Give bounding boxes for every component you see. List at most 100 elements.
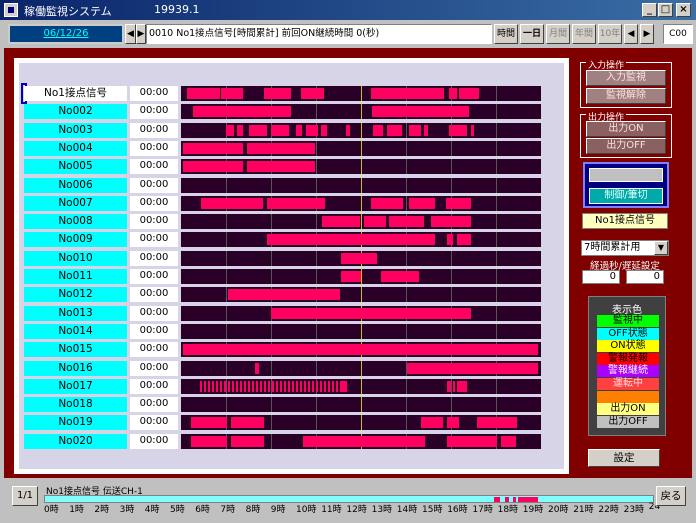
- maximize-button[interactable]: □: [658, 3, 673, 17]
- signal-track[interactable]: [181, 378, 541, 394]
- page-button[interactable]: 1/1: [12, 486, 38, 506]
- signal-label[interactable]: No019: [24, 415, 127, 431]
- signal-label[interactable]: No013: [24, 305, 127, 321]
- grid-line: [316, 177, 317, 193]
- grid-line: [496, 195, 497, 211]
- grid-line: [496, 86, 497, 101]
- signal-label[interactable]: No020: [24, 433, 127, 449]
- input-monitor-button[interactable]: 入力監視: [586, 70, 666, 86]
- grid-line: [496, 104, 497, 120]
- midline: [361, 415, 362, 431]
- signal-label[interactable]: No016: [24, 360, 127, 376]
- signal-label[interactable]: No015: [24, 342, 127, 358]
- signal-label[interactable]: No009: [24, 232, 127, 248]
- minimize-button[interactable]: _: [642, 3, 657, 17]
- app-icon[interactable]: [4, 3, 18, 17]
- date-display[interactable]: 06/12/26: [8, 24, 124, 44]
- hour-tick: 2時: [94, 505, 110, 515]
- signal-track[interactable]: [181, 433, 541, 449]
- signal-track[interactable]: [181, 104, 541, 120]
- period-hour[interactable]: 時間: [494, 24, 518, 44]
- hour-tick: 20時: [548, 505, 569, 515]
- signal-track[interactable]: [181, 159, 541, 175]
- control-switch-button[interactable]: 制御/筆切: [589, 188, 663, 204]
- on-segment: [447, 380, 451, 392]
- signal-track[interactable]: [181, 86, 541, 101]
- signal-label[interactable]: No011: [24, 269, 127, 284]
- grid-line: [226, 397, 227, 413]
- signal-label[interactable]: No1接点信号: [24, 86, 127, 101]
- signal-track[interactable]: [181, 232, 541, 248]
- on-segment: [248, 380, 250, 392]
- prev-button[interactable]: ◀: [125, 24, 136, 44]
- signal-time: 00:00: [130, 195, 178, 211]
- midline: [361, 177, 362, 193]
- signal-label[interactable]: No004: [24, 140, 127, 156]
- on-segment: [216, 380, 218, 392]
- grid-line: [406, 397, 407, 413]
- grid-line: [496, 250, 497, 266]
- signal-track[interactable]: [181, 250, 541, 266]
- period-month[interactable]: 月間: [546, 24, 570, 44]
- on-segment: [264, 88, 291, 99]
- on-segment: [364, 216, 386, 228]
- signal-track[interactable]: [181, 360, 541, 376]
- signal-track[interactable]: [181, 397, 541, 413]
- signal-track[interactable]: [181, 214, 541, 230]
- on-segment: [304, 380, 306, 392]
- chevron-down-icon[interactable]: ▼: [654, 241, 668, 255]
- signal-label[interactable]: No005: [24, 159, 127, 175]
- period-decade[interactable]: 10年: [598, 24, 622, 44]
- signal-track[interactable]: [181, 305, 541, 321]
- elapsed-input[interactable]: 0: [582, 270, 620, 284]
- signal-label[interactable]: No018: [24, 397, 127, 413]
- on-segment: [247, 142, 315, 154]
- signal-label[interactable]: No010: [24, 250, 127, 266]
- signal-label[interactable]: No003: [24, 122, 127, 138]
- range-select[interactable]: 7時間累計用 ▼: [581, 240, 669, 256]
- output-on-button[interactable]: 出力ON: [586, 121, 666, 137]
- grid-line: [451, 323, 452, 339]
- signal-label[interactable]: No017: [24, 378, 127, 394]
- output-off-button[interactable]: 出力OFF: [586, 138, 666, 154]
- back-button[interactable]: 戻る: [656, 486, 686, 506]
- period-year[interactable]: 年間: [572, 24, 596, 44]
- signal-track[interactable]: [181, 415, 541, 431]
- signal-label[interactable]: No012: [24, 287, 127, 303]
- build-number: 19939.1: [154, 3, 200, 16]
- signal-track[interactable]: [181, 195, 541, 211]
- signal-label[interactable]: No006: [24, 177, 127, 193]
- grid-line: [226, 232, 227, 248]
- monitor-release-button[interactable]: 監視解除: [586, 88, 666, 104]
- signal-track[interactable]: [181, 269, 541, 284]
- signal-track[interactable]: [181, 323, 541, 339]
- signal-track[interactable]: [181, 342, 541, 358]
- period-day[interactable]: 一日: [520, 24, 544, 44]
- color-legend: 表示色 監視中 OFF状態 ON状態 警報発報 警報継続 運転中 出力ON 出力OFF: [588, 296, 666, 436]
- on-segment: [447, 417, 459, 429]
- on-segment: [267, 197, 325, 209]
- signal-track[interactable]: [181, 122, 541, 138]
- on-segment: [381, 271, 419, 282]
- grid-line: [496, 378, 497, 394]
- close-button[interactable]: ×: [676, 3, 691, 17]
- grid-line: [271, 269, 272, 284]
- on-segment: [446, 197, 471, 209]
- on-segment: [312, 380, 314, 392]
- midline: [361, 86, 362, 101]
- signal-track[interactable]: [181, 177, 541, 193]
- scroll-left-button[interactable]: ◀: [624, 24, 638, 44]
- scroll-right-button[interactable]: ▶: [640, 24, 654, 44]
- on-segment: [183, 344, 538, 356]
- signal-track[interactable]: [181, 140, 541, 156]
- settings-button[interactable]: 設定: [588, 449, 660, 467]
- grid-line: [406, 250, 407, 266]
- signal-track[interactable]: [181, 287, 541, 303]
- signal-label[interactable]: No008: [24, 214, 127, 230]
- signal-label[interactable]: No007: [24, 195, 127, 211]
- signal-label[interactable]: No002: [24, 104, 127, 120]
- on-segment: [221, 88, 243, 99]
- delay-input[interactable]: 0: [626, 270, 664, 284]
- signal-label[interactable]: No014: [24, 323, 127, 339]
- next-button[interactable]: ▶: [136, 24, 146, 44]
